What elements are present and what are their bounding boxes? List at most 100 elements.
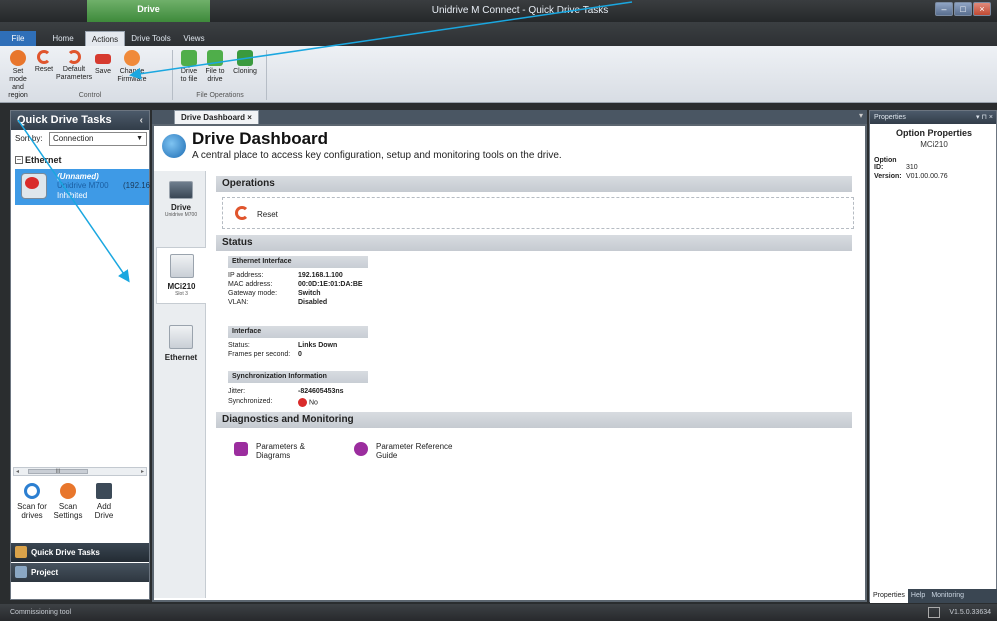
change-firmware-button[interactable]: Change Firmware (116, 50, 148, 84)
close-icon[interactable]: × (973, 2, 991, 16)
kv-row: MAC address: 00:0D:1E:01:DA:BE (228, 281, 363, 288)
tab-file[interactable]: File (0, 31, 36, 46)
minimize-icon[interactable]: – (935, 2, 953, 16)
horizontal-scrollbar[interactable]: ◂ III ▸ (13, 467, 147, 476)
page-subtitle: A central place to access key configurat… (192, 150, 562, 161)
properties-pane: Properties ▾ ⊓ × Option Properties MCi21… (869, 110, 997, 603)
quick-drive-tasks-pane: Quick Drive Tasks ‹ Sort by: Connection … (10, 110, 150, 600)
nav-drive[interactable]: Drive Unidrive M700 (156, 181, 206, 218)
tab-monitoring[interactable]: Monitoring (928, 589, 967, 603)
tab-views[interactable]: Views (180, 31, 208, 46)
reset-button[interactable]: Reset (32, 50, 56, 74)
section-operations: Operations (216, 176, 852, 192)
kv-row: Synchronized: No (228, 398, 318, 407)
group-separator (266, 50, 267, 100)
operations-box: Reset (222, 197, 854, 229)
contextual-tab-drive: Drive (87, 0, 210, 22)
tree-node-ethernet[interactable]: – Ethernet (15, 155, 62, 165)
collapse-box-icon[interactable]: – (15, 156, 23, 164)
cloning-button[interactable]: Cloning (230, 50, 260, 76)
chevron-down-icon: ▼ (136, 135, 143, 142)
file-to-drive-icon (207, 50, 223, 66)
nav-mci210[interactable]: MCi210 Slot 3 (156, 247, 206, 304)
tab-drive-tools[interactable]: Drive Tools (130, 31, 172, 46)
cloning-icon (237, 50, 253, 66)
properties-option-name: MCi210 (920, 140, 948, 149)
power-off-icon (298, 398, 307, 407)
version-text: V1.5.0.33634 (949, 609, 991, 616)
save-button[interactable]: Save (92, 50, 114, 76)
tab-home[interactable]: Home (48, 31, 78, 46)
app-window: Drive Unidrive M Connect - Quick Drive T… (0, 0, 997, 621)
kv-row: VLAN: Disabled (228, 299, 328, 306)
drive-icon (21, 173, 47, 199)
status-text: Commissioning tool (10, 609, 72, 616)
parameters-icon (234, 442, 248, 456)
drive-list-item[interactable]: (Unnamed) Unidrive M700 (192.16 Inhibite… (15, 169, 151, 205)
document-tab-bar: Drive Dashboard × ▾ (152, 110, 867, 124)
scrollbar-thumb[interactable]: III (28, 469, 88, 475)
scroll-left-icon[interactable]: ◂ (16, 468, 19, 475)
sort-select[interactable]: Connection ▼ (49, 132, 147, 146)
set-mode-icon (10, 50, 26, 66)
nav-ethernet[interactable]: Ethernet (156, 325, 206, 362)
drive-icon (169, 181, 193, 199)
drive-to-file-button[interactable]: Drive to file (176, 50, 202, 84)
ethernet-interface-header: Ethernet Interface (228, 256, 368, 268)
drive-to-file-icon (181, 50, 197, 66)
pane-header: Quick Drive Tasks ‹ (11, 111, 149, 130)
drive-ip: (192.16 (123, 181, 151, 190)
tab-help[interactable]: Help (908, 589, 928, 603)
kv-row: IP address: 192.168.1.100 (228, 272, 343, 279)
maximize-icon[interactable]: □ (954, 2, 972, 16)
option-module-icon (169, 254, 194, 278)
version-row: Version: V01.00.00.76 (874, 173, 948, 180)
scan-settings-button[interactable]: Scan Settings (51, 483, 85, 520)
pane-header: Properties ▾ ⊓ × (870, 111, 996, 124)
set-mode-button[interactable]: Set mode and region (4, 50, 32, 100)
properties-title: Option Properties (895, 128, 972, 138)
file-to-drive-button[interactable]: File to drive (202, 50, 228, 84)
status-bar: Commissioning tool V1.5.0.33634 (0, 604, 997, 621)
add-drive-button[interactable]: Add Drive (87, 483, 121, 520)
tab-list-icon[interactable]: ▾ (859, 111, 863, 120)
default-parameters-icon (67, 50, 81, 64)
quick-drive-tasks-icon (15, 546, 27, 558)
firmware-icon (124, 50, 140, 66)
drive-model: Unidrive M700 (57, 181, 109, 190)
group-separator (172, 50, 173, 100)
kv-row: Jitter: -824605453ns (228, 388, 344, 395)
drive-dashboard: Drive Dashboard A central place to acces… (152, 124, 867, 602)
nav-project[interactable]: Project (11, 563, 149, 582)
kv-row: Status: Links Down (228, 342, 338, 349)
group-label-file-operations: File Operations (196, 92, 244, 99)
kv-row: Gateway mode: Switch (228, 290, 321, 297)
tab-properties[interactable]: Properties (870, 589, 908, 603)
scan-settings-icon (60, 483, 76, 499)
inhibited-indicator-icon (25, 177, 39, 189)
collapse-icon[interactable]: ‹ (140, 111, 143, 130)
drive-name: (Unnamed) (57, 172, 99, 181)
option-id-row: Option ID: 310 (874, 157, 918, 171)
tab-drive-dashboard[interactable]: Drive Dashboard × (174, 110, 259, 124)
pane-controls-icon[interactable]: ▾ ⊓ × (976, 111, 993, 124)
dashboard-nav: Drive Unidrive M700 MCi210 Slot 3 Ethern… (154, 171, 206, 598)
default-parameters-button[interactable]: Default Parameters (56, 50, 92, 82)
tab-actions[interactable]: Actions (85, 31, 125, 46)
ribbon-tab-strip: File Home Actions Drive Tools Views (0, 22, 997, 46)
kv-row: Frames per second: 0 (228, 351, 302, 358)
status-box-icon (928, 607, 940, 618)
reset-icon[interactable] (235, 206, 249, 220)
window-title: Unidrive M Connect - Quick Drive Tasks (431, 5, 609, 16)
project-icon (15, 566, 27, 578)
reset-icon (37, 50, 51, 64)
add-drive-icon (96, 483, 112, 499)
reset-link[interactable]: Reset (257, 210, 278, 219)
scroll-right-icon[interactable]: ▸ (141, 468, 144, 475)
nav-quick-drive-tasks[interactable]: Quick Drive Tasks (11, 543, 149, 562)
page-title: Drive Dashboard (192, 129, 329, 148)
ethernet-module-icon (169, 325, 193, 349)
drive-state: Inhibited (57, 191, 88, 200)
dashboard-gauge-icon (162, 134, 186, 158)
scan-for-drives-button[interactable]: Scan for drives (15, 483, 49, 520)
